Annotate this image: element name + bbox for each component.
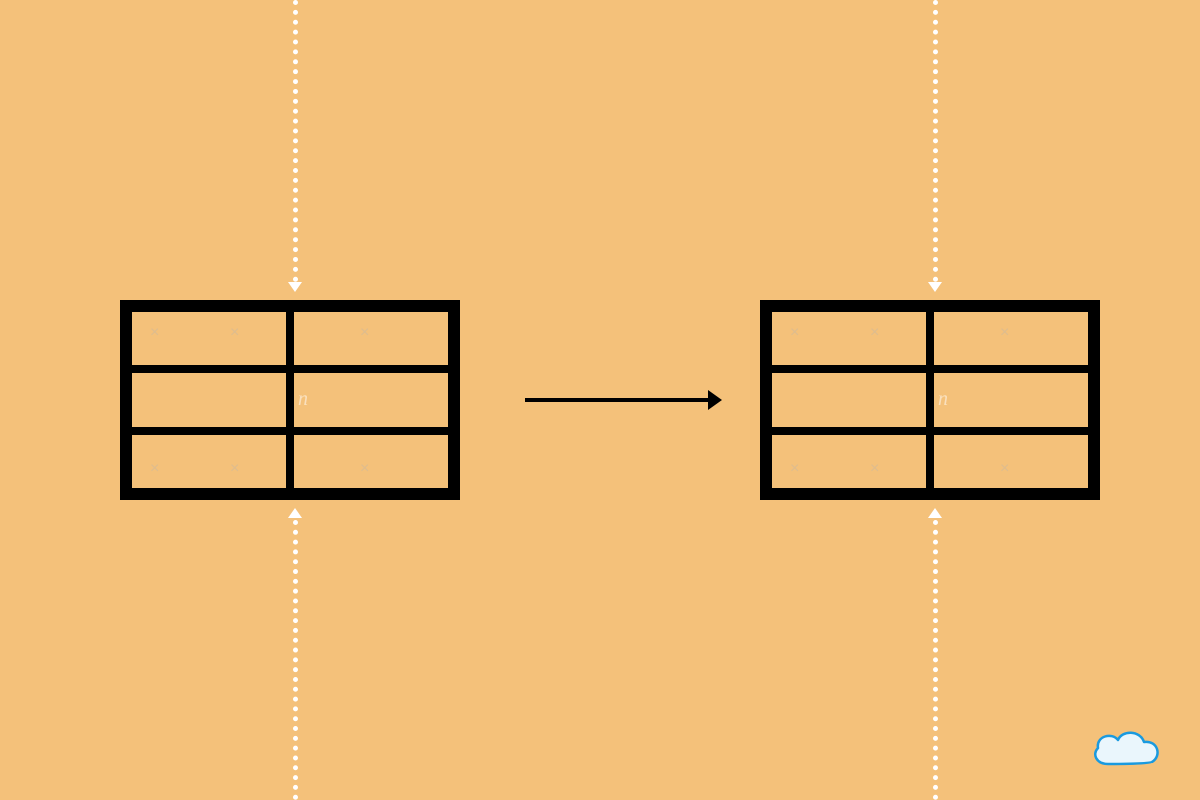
grid-cell [128, 431, 290, 492]
grid-cell [290, 308, 452, 369]
grid-cell [290, 369, 452, 430]
grid-cell [768, 431, 930, 492]
grid-cell [128, 369, 290, 430]
dotted-arrow-left-bottom [293, 520, 298, 800]
grid-cell [290, 431, 452, 492]
grid-cell [768, 369, 930, 430]
dotted-arrow-left-top [293, 0, 298, 282]
grid-cell [768, 308, 930, 369]
dotted-arrow-right-bottom [933, 520, 938, 800]
arrowhead-down-icon [928, 282, 942, 292]
arrowhead-down-icon [288, 282, 302, 292]
grid-right [760, 300, 1100, 500]
arrowhead-up-icon [928, 508, 942, 518]
arrowhead-up-icon [288, 508, 302, 518]
grid-left [120, 300, 460, 500]
cloud-icon [1086, 722, 1166, 772]
grid-cell [930, 369, 1092, 430]
grid-cell [930, 308, 1092, 369]
grid-cell [930, 431, 1092, 492]
transform-arrow-right-icon [525, 398, 710, 402]
dotted-arrow-right-top [933, 0, 938, 282]
grid-cell [128, 308, 290, 369]
